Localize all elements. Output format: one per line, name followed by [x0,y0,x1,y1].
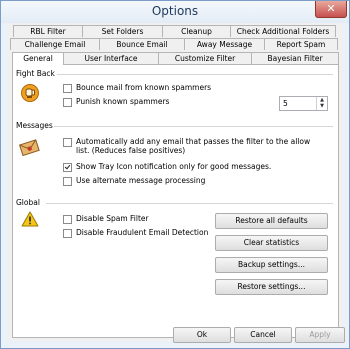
fight-back-label: Fight Back [16,69,55,78]
global-divider [46,203,333,204]
tray-notification-option[interactable]: Show Tray Icon notification only for goo… [63,162,271,172]
tab-user-interface[interactable]: User Interface [63,52,159,64]
disable-spam-filter-checkbox[interactable] [63,215,72,224]
alternate-processing-option[interactable]: Use alternate message processing [63,176,205,186]
tab-report-spam[interactable]: Report Spam [264,38,338,50]
tray-notification-label: Show Tray Icon notification only for goo… [76,162,272,171]
tab-bounce-email[interactable]: Bounce Email [99,38,185,50]
fight-back-divider [57,74,333,75]
disable-fraud-detection-option[interactable]: Disable Fraudulent Email Detection [63,228,208,238]
restore-defaults-button[interactable]: Restore all defaults [215,213,328,229]
general-panel: Fight Back Bounce mail from known spamme… [12,64,339,338]
ok-button[interactable]: Ok [173,327,231,343]
tab-customize-filter[interactable]: Customize Filter [158,52,252,64]
backup-settings-button[interactable]: Backup settings... [215,257,328,273]
tab-challenge-email[interactable]: Challenge Email [10,38,100,50]
punish-count-spinner[interactable]: 5 ▲ ▼ [279,96,328,111]
tab-bayesian-filter[interactable]: Bayesian Filter [251,52,339,64]
restore-settings-button[interactable]: Restore settings... [215,279,328,295]
messages-label: Messages [16,121,53,130]
spinner-arrows[interactable]: ▲ ▼ [316,97,327,110]
auto-add-label: Automatically add any email that passes … [76,137,311,155]
close-button[interactable]: ✕ [315,1,347,18]
punish-count-value[interactable]: 5 [280,99,288,108]
client-area: RBL Filter Set Folders Cleanup Check Add… [7,23,343,341]
tray-notification-checkbox[interactable] [63,163,72,172]
options-window: Options ✕ RBL Filter Set Folders Cleanup… [0,0,350,349]
bounce-mail-option[interactable]: Bounce mail from known spammers [63,83,211,93]
punish-spammers-label: Punish known spammers [76,97,170,106]
disable-spam-filter-option[interactable]: Disable Spam Filter [63,214,149,224]
clear-statistics-button[interactable]: Clear statistics [215,235,328,251]
auto-add-checkbox[interactable] [63,138,72,147]
apply-button[interactable]: Apply [295,327,345,343]
alternate-processing-label: Use alternate message processing [76,176,206,185]
title-bar[interactable]: Options ✕ [1,1,349,23]
envelope-icon [18,138,41,158]
disable-fraud-detection-label: Disable Fraudulent Email Detection [76,228,209,237]
global-label: Global [16,198,40,207]
boxing-glove-icon [21,84,39,102]
tab-set-folders[interactable]: Set Folders [82,25,163,37]
tab-away-message[interactable]: Away Message [184,38,265,50]
disable-spam-filter-label: Disable Spam Filter [76,214,149,223]
tab-general[interactable]: General [12,52,64,65]
punish-spammers-option[interactable]: Punish known spammers [63,97,169,107]
tab-cleanup[interactable]: Cleanup [162,25,231,37]
alternate-processing-checkbox[interactable] [63,177,72,186]
messages-divider [54,126,333,127]
tab-check-additional-folders[interactable]: Check Additional Folders [230,25,336,37]
tab-rbl-filter[interactable]: RBL Filter [13,25,83,37]
window-title: Options [151,4,199,18]
bounce-mail-checkbox[interactable] [63,84,72,93]
cancel-button[interactable]: Cancel [234,327,292,343]
bounce-mail-label: Bounce mail from known spammers [76,83,212,92]
spinner-down-icon[interactable]: ▼ [317,103,327,109]
punish-spammers-checkbox[interactable] [63,98,72,107]
auto-add-option[interactable]: Automatically add any email that passes … [63,137,325,155]
disable-fraud-detection-checkbox[interactable] [63,229,72,238]
warning-icon [21,211,39,227]
